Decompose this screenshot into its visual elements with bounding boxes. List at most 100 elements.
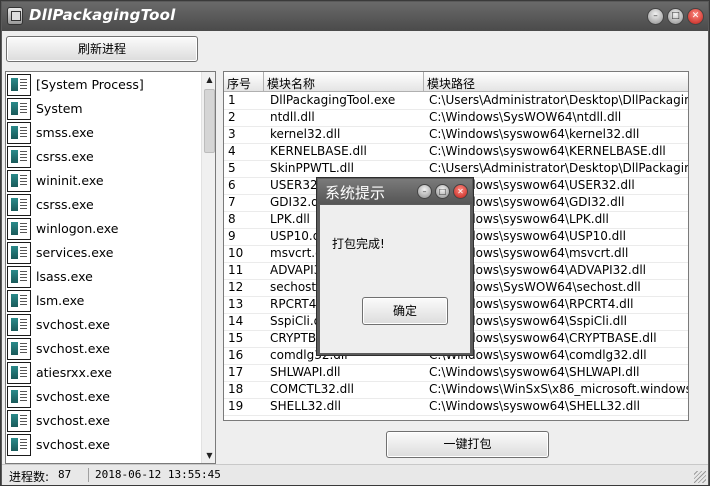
- main-window: DllPackagingTool – □ ✕ 刷新进程 [System Proc…: [0, 0, 710, 486]
- application-icon: [7, 338, 31, 360]
- cell-index: 7: [224, 195, 264, 212]
- application-icon: [7, 98, 31, 120]
- process-list-item[interactable]: atiesrxx.exe: [6, 361, 200, 385]
- dialog-message: 打包完成!: [332, 237, 385, 251]
- window-title: DllPackagingTool: [29, 6, 176, 24]
- process-name: csrss.exe: [36, 149, 94, 164]
- cell-module-path: C:\Windows\syswow64\KERNELBASE.dll: [424, 144, 688, 161]
- process-list-scrollbar[interactable]: ▲ ▼: [201, 72, 215, 463]
- application-icon: [7, 146, 31, 168]
- dialog-body: 打包完成! 确定: [320, 205, 470, 353]
- cell-index: 6: [224, 178, 264, 195]
- cell-module-path: C:\Users\Administrator\Desktop\DllPackag…: [424, 161, 688, 178]
- cell-index: 3: [224, 127, 264, 144]
- process-list-item[interactable]: lsm.exe: [6, 289, 200, 313]
- minimize-icon[interactable]: –: [647, 8, 664, 25]
- dialog-ok-button[interactable]: 确定: [362, 297, 448, 325]
- process-name: svchost.exe: [36, 389, 110, 404]
- application-icon: [7, 386, 31, 408]
- maximize-icon[interactable]: □: [667, 8, 684, 25]
- process-name: lsass.exe: [36, 269, 93, 284]
- cell-index: 16: [224, 348, 264, 365]
- dialog-title-bar[interactable]: 系统提示 – □ ✕: [318, 179, 472, 204]
- cell-index: 10: [224, 246, 264, 263]
- pack-all-button[interactable]: 一键打包: [386, 431, 549, 458]
- process-list-item[interactable]: winlogon.exe: [6, 217, 200, 241]
- application-icon: [7, 194, 31, 216]
- cell-index: 15: [224, 331, 264, 348]
- process-count: 87: [58, 468, 72, 481]
- cell-module-path: C:\Users\Administrator\Desktop\DllPackag…: [424, 93, 688, 110]
- cell-index: 5: [224, 161, 264, 178]
- dialog-maximize-icon[interactable]: □: [435, 184, 450, 199]
- process-name: wininit.exe: [36, 173, 104, 188]
- scroll-down-icon[interactable]: ▼: [202, 448, 215, 463]
- column-header-index[interactable]: 序号: [224, 72, 264, 92]
- cell-index: 11: [224, 263, 264, 280]
- cell-module-path: C:\Windows\syswow64\kernel32.dll: [424, 127, 688, 144]
- process-name: svchost.exe: [36, 317, 110, 332]
- process-list-item[interactable]: svchost.exe: [6, 337, 200, 361]
- process-name: [System Process]: [36, 77, 144, 92]
- title-bar[interactable]: DllPackagingTool – □ ✕: [2, 2, 708, 31]
- process-name: atiesrxx.exe: [36, 365, 112, 380]
- process-list-item[interactable]: services.exe: [6, 241, 200, 265]
- application-icon: [7, 170, 31, 192]
- process-name: svchost.exe: [36, 341, 110, 356]
- cell-module-path: C:\Windows\syswow64\SHLWAPI.dll: [424, 365, 688, 382]
- system-prompt-dialog: 系统提示 – □ ✕ 打包完成! 确定: [316, 177, 474, 356]
- process-name: winlogon.exe: [36, 221, 119, 236]
- process-list-item[interactable]: lsass.exe: [6, 265, 200, 289]
- cell-index: 1: [224, 93, 264, 110]
- scroll-thumb[interactable]: [204, 89, 215, 153]
- cell-module-name: kernel32.dll: [264, 127, 424, 144]
- cell-module-name: COMCTL32.dll: [264, 382, 424, 399]
- application-icon: [7, 290, 31, 312]
- status-divider: [88, 468, 89, 482]
- process-name: svchost.exe: [36, 437, 110, 452]
- cell-module-name: ntdll.dll: [264, 110, 424, 127]
- process-list-item[interactable]: svchost.exe: [6, 313, 200, 337]
- process-list-item[interactable]: svchost.exe: [6, 409, 200, 433]
- process-list-item[interactable]: smss.exe: [6, 121, 200, 145]
- cell-module-name: SkinPPWTL.dll: [264, 161, 424, 178]
- process-list-item[interactable]: System: [6, 97, 200, 121]
- process-list-item[interactable]: csrss.exe: [6, 193, 200, 217]
- refresh-process-button[interactable]: 刷新进程: [6, 36, 198, 62]
- process-list-item[interactable]: svchost.exe: [6, 433, 200, 457]
- scroll-up-icon[interactable]: ▲: [202, 72, 215, 87]
- cell-module-path: C:\Windows\WinSxS\x86_microsoft.windows.…: [424, 382, 688, 399]
- application-icon: [7, 314, 31, 336]
- column-header-module-name[interactable]: 模块名称: [264, 72, 424, 92]
- application-icon: [7, 218, 31, 240]
- process-list-item[interactable]: csrss.exe: [6, 145, 200, 169]
- application-icon: [7, 434, 31, 456]
- status-bar: 进程数: 87 2018-06-12 13:55:45: [2, 464, 708, 485]
- process-list-item[interactable]: [System Process]: [6, 73, 200, 97]
- cell-module-name: SHELL32.dll: [264, 399, 424, 416]
- app-icon: [7, 7, 23, 25]
- resize-grip-icon[interactable]: [694, 471, 706, 483]
- process-list-item[interactable]: svchost.exe: [6, 385, 200, 409]
- cell-module-path: C:\Windows\SysWOW64\ntdll.dll: [424, 110, 688, 127]
- application-icon: [7, 362, 31, 384]
- close-icon[interactable]: ✕: [687, 8, 704, 25]
- dialog-title: 系统提示: [325, 184, 386, 202]
- process-list[interactable]: [System Process] System smss.exe csrss.exe w…: [5, 71, 216, 464]
- cell-module-name: KERNELBASE.dll: [264, 144, 424, 161]
- dialog-close-icon[interactable]: ✕: [453, 184, 468, 199]
- cell-index: 13: [224, 297, 264, 314]
- cell-index: 19: [224, 399, 264, 416]
- column-header-module-path[interactable]: 模块路径: [424, 72, 688, 92]
- process-count-label: 进程数:: [9, 470, 50, 484]
- process-name: System: [36, 101, 83, 116]
- cell-index: 9: [224, 229, 264, 246]
- dialog-minimize-icon[interactable]: –: [417, 184, 432, 199]
- process-name: svchost.exe: [36, 413, 110, 428]
- cell-index: 17: [224, 365, 264, 382]
- application-icon: [7, 74, 31, 96]
- cell-index: 18: [224, 382, 264, 399]
- process-name: csrss.exe: [36, 197, 94, 212]
- application-icon: [7, 242, 31, 264]
- process-list-item[interactable]: wininit.exe: [6, 169, 200, 193]
